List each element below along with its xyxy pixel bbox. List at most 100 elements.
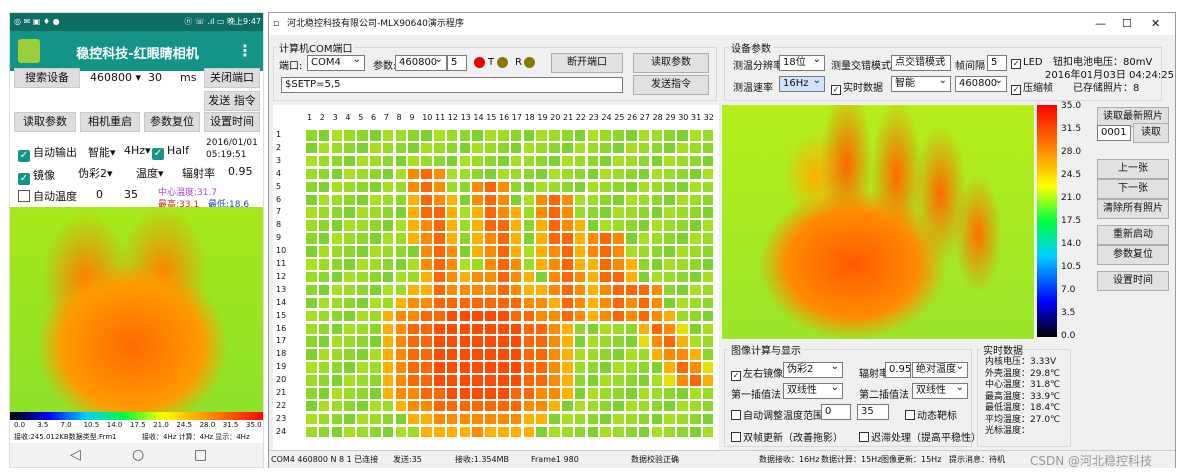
clear-photos-button[interactable]: 清除所有照片 xyxy=(1097,199,1169,219)
led-checkbox[interactable]: ✓ LED xyxy=(1011,57,1043,69)
resolution-select[interactable]: 18位 xyxy=(779,55,825,71)
grid-cell xyxy=(407,245,420,258)
grid-cell xyxy=(381,374,395,387)
status-item: 数据校验正确 xyxy=(631,455,679,464)
app-bar: 稳控科技-红眼睛相机 ⋮ xyxy=(10,31,263,71)
temp-max-input[interactable]: 35 xyxy=(124,188,138,201)
grid-cell xyxy=(407,335,420,348)
mode-select[interactable]: 智能▾ xyxy=(88,144,116,160)
send-cmd-button[interactable]: 发送指令 xyxy=(633,75,709,95)
grid-cell xyxy=(317,296,331,310)
photo-num-input[interactable]: 0001 xyxy=(1097,125,1131,141)
grid-cell xyxy=(407,258,420,271)
mode-select[interactable]: 智能 xyxy=(891,76,951,92)
overflow-menu-icon[interactable]: ⋮ xyxy=(237,41,253,60)
interleave-select[interactable]: 点交错模式 xyxy=(891,55,951,71)
recent-apps-icon[interactable]: □ xyxy=(194,447,207,463)
emissivity-value[interactable]: 0.95 xyxy=(228,165,253,178)
grid-cell xyxy=(676,309,689,323)
search-device-button[interactable]: 搜索设备 xyxy=(14,68,80,88)
thermal-image[interactable] xyxy=(722,105,1034,339)
grid-cell xyxy=(586,258,600,271)
param-num-input[interactable]: 5 xyxy=(447,55,467,71)
grid-cell xyxy=(433,361,446,374)
set-time-button[interactable]: 设置时间 xyxy=(1097,271,1169,291)
command-input[interactable]: $SETP=5,5 xyxy=(281,77,623,93)
grid-col-label: 12 xyxy=(447,113,458,122)
disconnect-button[interactable]: 断开端口 xyxy=(551,53,623,73)
half-checkbox[interactable]: ✓ Half xyxy=(152,144,189,160)
delay-process-checkbox[interactable]: 迟滞处理（提高平稳性） xyxy=(859,429,981,444)
grid-cell xyxy=(471,180,484,194)
grid-cell xyxy=(509,374,523,387)
close-icon[interactable]: ✕ xyxy=(1151,13,1160,35)
grid-cell xyxy=(612,412,625,426)
param-select[interactable]: 460800 xyxy=(395,55,447,71)
back-icon[interactable]: ◁ xyxy=(70,447,81,463)
double-buffer-checkbox[interactable]: 双帧更新（改善拖影） xyxy=(731,429,843,444)
pixel-grid: 1 2 3 4 5 6 7 8 9 10 11 12 13 14 15 16 17 18 19 20 21 22 23 24 2… xyxy=(273,105,719,456)
grid-cell xyxy=(599,425,612,439)
read-button[interactable]: 读取 xyxy=(1133,123,1169,143)
grid-cell xyxy=(433,309,446,323)
dynamic-target-checkbox[interactable]: 动态靶标 xyxy=(905,407,957,422)
grid-cell xyxy=(317,374,331,387)
grid-cell xyxy=(701,309,715,323)
compress-checkbox[interactable]: ✓ 压缩帧 xyxy=(1011,79,1053,95)
temp-min-input[interactable]: 0 xyxy=(96,188,103,201)
read-params-button[interactable]: 读取参数 xyxy=(633,53,709,73)
palette-select[interactable]: 伪彩2▾ xyxy=(78,165,113,181)
grid-cell xyxy=(369,193,382,207)
interp2-select[interactable]: 双线性 xyxy=(912,383,968,399)
realtime-checkbox[interactable]: ✓ 实时数据 xyxy=(831,79,883,95)
abs-temp-select[interactable]: 绝对温度 xyxy=(912,362,968,378)
emissivity-input[interactable]: 0.95 xyxy=(885,362,911,378)
watermark: CSDN @河北稳控科技 xyxy=(1030,454,1153,468)
grid-cell xyxy=(535,387,548,400)
send-cmd-button[interactable]: 发送 指令 xyxy=(204,91,260,111)
grid-cell xyxy=(509,322,523,336)
set-time-button[interactable]: 设置时间 xyxy=(204,112,260,132)
interp1-select[interactable]: 双线性 xyxy=(783,383,843,399)
checkbox-icon xyxy=(18,190,30,202)
range-min-input[interactable]: 0 xyxy=(821,404,851,420)
grid-cell xyxy=(497,296,510,310)
grid-col-label: 2 xyxy=(319,113,325,122)
port-select[interactable]: COM4 xyxy=(307,55,365,71)
grid-cell xyxy=(509,270,523,284)
minimize-icon[interactable]: — xyxy=(1095,13,1106,35)
prev-photo-button[interactable]: 上一张 xyxy=(1097,159,1169,179)
grid-cell xyxy=(305,141,318,155)
read-params-button[interactable]: 读取参数 xyxy=(14,112,76,132)
auto-output-checkbox[interactable]: ✓ 自动输出 xyxy=(18,144,77,162)
baud-select[interactable]: 460800 ▾ xyxy=(90,71,141,84)
freq-select[interactable]: 4Hz▾ xyxy=(124,144,151,157)
restart-button[interactable]: 重新启动 xyxy=(1097,225,1169,245)
palette-select[interactable]: 伪彩2 xyxy=(783,362,843,378)
temp-select[interactable]: 温度▾ xyxy=(136,165,164,181)
ms-input[interactable]: 30 xyxy=(148,71,162,84)
mirror-checkbox[interactable]: ✓ 左右镜像 xyxy=(731,365,783,381)
grid-cell xyxy=(484,412,497,426)
baud-select[interactable]: 460800 xyxy=(955,76,1007,92)
grid-cell xyxy=(445,412,459,426)
auto-temp-checkbox[interactable]: 自动温度 xyxy=(18,188,77,204)
reset-button[interactable]: 参数复位 xyxy=(1097,245,1169,265)
interval-input[interactable]: 5 xyxy=(987,55,1007,71)
maximize-icon[interactable]: ☐ xyxy=(1122,13,1132,35)
camera-restart-button[interactable]: 相机重启 xyxy=(80,112,140,132)
home-icon[interactable]: ○ xyxy=(132,447,144,463)
mirror-checkbox[interactable]: ✓ 镜像 xyxy=(18,167,55,185)
grid-cell xyxy=(676,232,689,245)
grid-cell xyxy=(356,399,369,413)
reset-params-button[interactable]: 参数复位 xyxy=(144,112,200,132)
auto-range-checkbox[interactable]: 自动调整温度范围 xyxy=(731,407,823,422)
grid-cell xyxy=(484,167,497,181)
range-max-input[interactable]: 35 xyxy=(857,404,889,420)
grid-cell xyxy=(497,245,510,258)
close-port-button[interactable]: 关闭端口 xyxy=(204,68,260,88)
rate-select[interactable]: 16Hz xyxy=(779,76,825,92)
grid-cell xyxy=(573,412,587,426)
next-photo-button[interactable]: 下一张 xyxy=(1097,179,1169,199)
grid-cell xyxy=(586,167,600,181)
